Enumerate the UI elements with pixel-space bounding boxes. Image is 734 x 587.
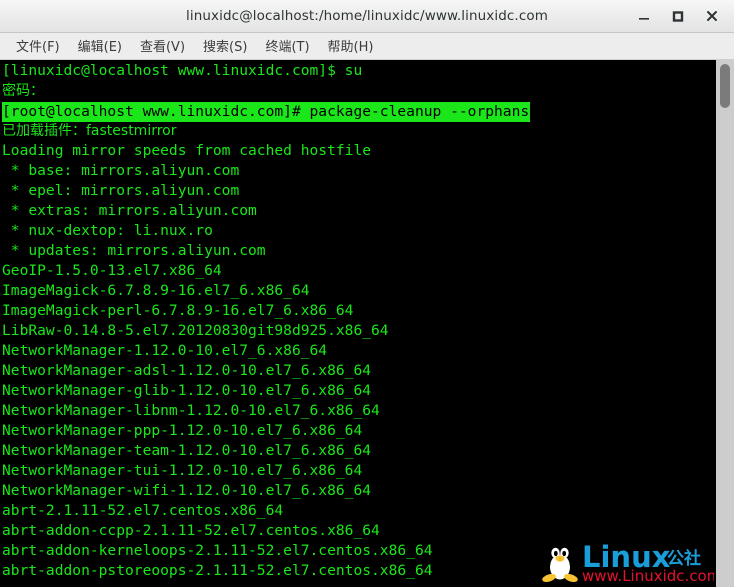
terminal-line: abrt-addon-ccpp-2.1.11-52.el7.centos.x86… xyxy=(2,522,380,539)
maximize-icon[interactable] xyxy=(669,7,687,25)
terminal-line: abrt-addon-kerneloops-2.1.11-52.el7.cent… xyxy=(2,542,433,559)
window-title: linuxidc@localhost:/home/linuxidc/www.li… xyxy=(186,8,548,24)
terminal-line: NetworkManager-wifi-1.12.0-10.el7_6.x86_… xyxy=(2,482,372,499)
terminal-line: NetworkManager-libnm-1.12.0-10.el7_6.x86… xyxy=(2,402,380,419)
terminal-line: NetworkManager-team-1.12.0-10.el7_6.x86_… xyxy=(2,442,372,459)
terminal-command-highlighted: [root@localhost www.linuxidc.com]# packa… xyxy=(2,102,531,122)
terminal-scrollbar[interactable] xyxy=(716,60,734,587)
close-icon[interactable] xyxy=(703,7,721,25)
terminal-window: linuxidc@localhost:/home/linuxidc/www.li… xyxy=(0,0,734,587)
menu-item-search[interactable]: 搜索(S) xyxy=(194,34,256,58)
terminal-line: NetworkManager-tui-1.12.0-10.el7_6.x86_6… xyxy=(2,462,363,479)
terminal-output[interactable]: [linuxidc@localhost www.linuxidc.com]$ s… xyxy=(0,60,716,587)
terminal-line: [linuxidc@localhost www.linuxidc.com]$ s… xyxy=(2,62,363,79)
terminal-line: 密码： xyxy=(2,83,44,99)
terminal-line: * base: mirrors.aliyun.com xyxy=(2,162,240,179)
terminal-line: NetworkManager-glib-1.12.0-10.el7_6.x86_… xyxy=(2,382,372,399)
scrollbar-thumb[interactable] xyxy=(720,64,730,108)
terminal-line: abrt-addon-pstoreoops-2.1.11-52.el7.cent… xyxy=(2,562,433,579)
title-bar: linuxidc@localhost:/home/linuxidc/www.li… xyxy=(0,0,734,33)
terminal-line: ImageMagick-6.7.8.9-16.el7_6.x86_64 xyxy=(2,282,310,299)
terminal-line: ImageMagick-perl-6.7.8.9-16.el7_6.x86_64 xyxy=(2,302,354,319)
terminal-line: NetworkManager-1.12.0-10.el7_6.x86_64 xyxy=(2,342,328,359)
terminal-line: LibRaw-0.14.8-5.el7.20120830git98d925.x8… xyxy=(2,322,389,339)
terminal-line: 已加载插件：fastestmirror xyxy=(2,123,177,139)
window-controls xyxy=(635,7,734,25)
terminal-line: * nux-dextop: li.nux.ro xyxy=(2,222,213,239)
terminal-line: [root@localhost www.linuxidc.com]# packa… xyxy=(2,101,716,122)
terminal-area: [linuxidc@localhost www.linuxidc.com]$ s… xyxy=(0,60,734,587)
terminal-line: abrt-2.1.11-52.el7.centos.x86_64 xyxy=(2,502,284,519)
menu-bar: 文件(F) 编辑(E) 查看(V) 搜索(S) 终端(T) 帮助(H) xyxy=(0,33,734,60)
terminal-line: NetworkManager-adsl-1.12.0-10.el7_6.x86_… xyxy=(2,362,372,379)
menu-item-file[interactable]: 文件(F) xyxy=(7,34,69,58)
terminal-line: * extras: mirrors.aliyun.com xyxy=(2,202,257,219)
terminal-line: NetworkManager-ppp-1.12.0-10.el7_6.x86_6… xyxy=(2,422,363,439)
minimize-icon[interactable] xyxy=(635,7,653,25)
menu-item-edit[interactable]: 编辑(E) xyxy=(69,34,131,58)
terminal-line: Loading mirror speeds from cached hostfi… xyxy=(2,142,372,159)
menu-item-view[interactable]: 查看(V) xyxy=(131,34,194,58)
terminal-line: * epel: mirrors.aliyun.com xyxy=(2,182,240,199)
menu-item-terminal[interactable]: 终端(T) xyxy=(256,34,318,58)
terminal-line: * updates: mirrors.aliyun.com xyxy=(2,242,266,259)
terminal-line: GeoIP-1.5.0-13.el7.x86_64 xyxy=(2,262,222,279)
menu-item-help[interactable]: 帮助(H) xyxy=(319,34,383,58)
